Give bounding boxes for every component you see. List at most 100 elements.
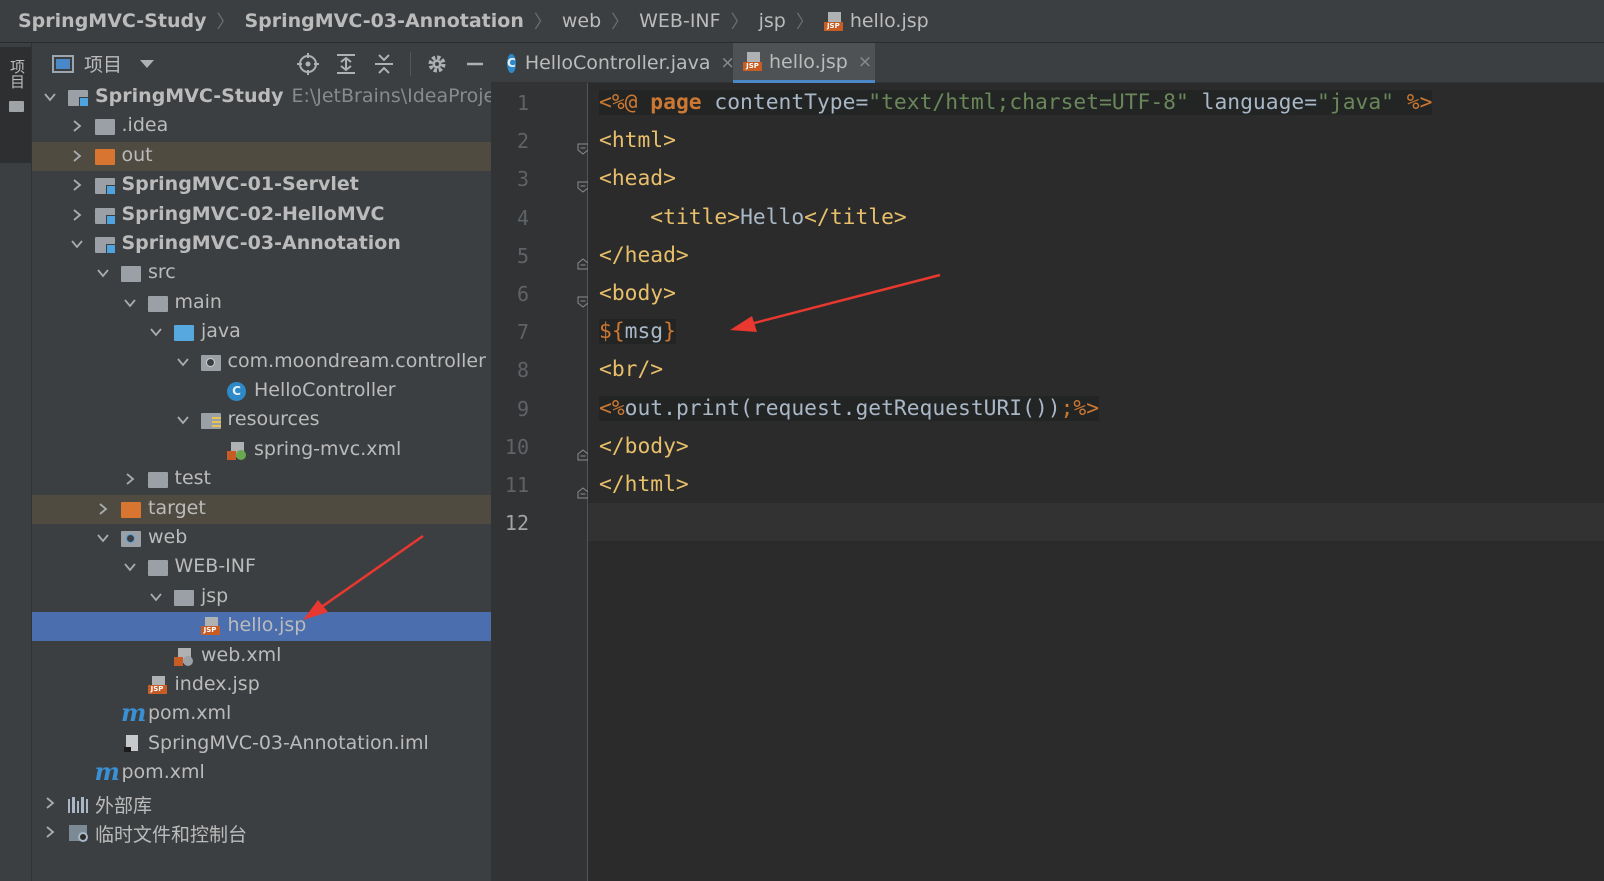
code-line[interactable]: <head> xyxy=(599,162,676,196)
tree-row[interactable]: SpringMVC-02-HelloMVC xyxy=(32,201,501,230)
chevron-down-icon[interactable] xyxy=(176,414,189,426)
tree-row[interactable]: out xyxy=(32,141,501,171)
chevron-right-icon[interactable] xyxy=(71,120,83,133)
tree-row[interactable]: .idea xyxy=(32,112,501,141)
tree-item-label: SpringMVC-02-HelloMVC xyxy=(122,203,385,225)
chevron-down-icon[interactable] xyxy=(176,356,189,368)
tree-row[interactable]: resources xyxy=(32,406,501,435)
tree-item-label: SpringMVC-01-Servlet xyxy=(122,173,359,195)
code-line[interactable]: ${msg} xyxy=(599,315,676,349)
line-number: 9 xyxy=(516,396,529,421)
tree-item-label: resources xyxy=(228,408,320,430)
chevron-right-icon[interactable] xyxy=(44,826,56,838)
chevron-down-icon[interactable] xyxy=(44,91,56,103)
chevron-right-icon[interactable] xyxy=(97,502,109,515)
breadcrumb-item-project[interactable]: SpringMVC-Study xyxy=(18,10,206,32)
chevron-down-icon[interactable] xyxy=(97,267,109,279)
code-line[interactable]: <body> xyxy=(599,277,676,311)
code-line[interactable]: <html> xyxy=(599,124,676,158)
tree-item-label: jsp xyxy=(201,585,228,607)
tree-item-label: 外部库 xyxy=(95,791,152,818)
tree-row[interactable]: JSP hello.jsp xyxy=(32,612,501,642)
breadcrumb-item-module[interactable]: SpringMVC-03-Annotation xyxy=(244,10,523,32)
project-view-label[interactable]: 项目 xyxy=(84,50,122,77)
code-line[interactable]: <title>Hello</title> xyxy=(599,201,907,235)
tree-row[interactable]: SpringMVC-Study E:\JetBrains\IdeaProjects… xyxy=(32,84,501,112)
maven-icon: m xyxy=(94,757,120,787)
line-number: 7 xyxy=(516,320,529,345)
chevron-down-icon[interactable] xyxy=(150,591,162,603)
tab-hello-controller[interactable]: C HelloController.java × xyxy=(501,43,735,83)
tree-row[interactable]: com.moondream.controller xyxy=(32,348,501,377)
module-folder-icon xyxy=(94,237,116,254)
tree-row[interactable]: web.xml xyxy=(32,642,501,671)
tree-item-label: SpringMVC-Study E:\JetBrains\IdeaProjects… xyxy=(95,85,501,107)
gear-icon[interactable] xyxy=(425,52,449,76)
tab-label: HelloController.java xyxy=(524,52,711,74)
code-line[interactable]: <%out.print(request.getRequestURI());%> xyxy=(599,392,1100,426)
breadcrumb-item-web[interactable]: web xyxy=(562,10,601,32)
tree-item-label: spring-mvc.xml xyxy=(254,438,401,460)
tree-row[interactable]: C HelloController xyxy=(32,377,501,406)
chevron-down-icon[interactable] xyxy=(123,561,136,573)
minimize-icon[interactable] xyxy=(463,52,487,76)
code-line[interactable]: </body> xyxy=(599,430,689,464)
tree-item-text: hello.jsp xyxy=(227,614,307,637)
chevron-right-icon[interactable] xyxy=(71,150,83,162)
chevron-right-icon[interactable] xyxy=(71,208,83,221)
breadcrumb-item-webinf[interactable]: WEB-INF xyxy=(639,10,720,32)
code-token: msg xyxy=(624,319,664,345)
jsp-file-icon: JSP xyxy=(823,11,843,31)
folder-icon xyxy=(147,560,168,577)
tree-row[interactable]: SpringMVC-03-Annotation xyxy=(32,230,501,259)
package-icon xyxy=(200,354,221,371)
code-token: <head> xyxy=(599,166,676,192)
chevron-right-icon[interactable] xyxy=(124,473,136,485)
expand-all-icon[interactable] xyxy=(334,52,358,76)
maven-icon: m xyxy=(121,698,147,728)
project-panel-toolbar xyxy=(296,43,487,84)
tree-row[interactable]: src xyxy=(32,259,501,288)
collapse-all-icon[interactable] xyxy=(372,52,396,76)
chevron-down-icon[interactable] xyxy=(150,326,162,338)
tree-row[interactable]: main xyxy=(32,289,501,318)
close-icon[interactable]: × xyxy=(858,52,872,72)
locate-icon[interactable] xyxy=(296,52,320,76)
tree-row[interactable]: test xyxy=(32,465,501,494)
chevron-down-icon[interactable] xyxy=(140,59,155,68)
tree-row[interactable]: WEB-INF xyxy=(32,553,501,582)
breadcrumb-item-file[interactable]: hello.jsp xyxy=(850,10,929,32)
tree-row[interactable]: m pom.xml xyxy=(32,700,501,729)
chevron-down-icon[interactable] xyxy=(123,297,136,309)
code-line[interactable]: </html> xyxy=(599,468,689,502)
code-token: language= xyxy=(1188,90,1318,115)
code-line[interactable]: </head> xyxy=(599,239,689,273)
breadcrumb-item-jsp[interactable]: jsp xyxy=(759,10,786,32)
tree-item-label: test xyxy=(175,467,212,489)
tree-row[interactable]: 外部库 xyxy=(32,789,501,818)
tree-row[interactable]: 临时文件和控制台 xyxy=(32,818,501,847)
code-editor[interactable]: <%@ page contentType="text/html;charset=… xyxy=(588,83,1604,881)
tree-row[interactable]: target xyxy=(32,494,501,524)
tree-item-label: .idea xyxy=(122,114,169,136)
chevron-right-icon[interactable] xyxy=(44,796,56,809)
tree-row[interactable]: web xyxy=(32,524,501,553)
project-view-icon xyxy=(52,54,74,73)
tree-row[interactable]: java xyxy=(32,318,501,347)
chevron-down-icon[interactable] xyxy=(70,238,83,250)
tree-row[interactable]: JSP index.jsp xyxy=(32,671,501,700)
tree-row[interactable]: SpringMVC-01-Servlet xyxy=(32,171,501,200)
tree-item-text: jsp xyxy=(201,584,229,607)
chevron-right-icon[interactable] xyxy=(71,179,83,191)
tree-row[interactable]: SpringMVC-03-Annotation.iml xyxy=(32,730,501,759)
code-line[interactable]: <%@ page contentType="text/html;charset=… xyxy=(599,86,1433,120)
tree-row[interactable]: jsp xyxy=(32,583,501,612)
code-token: </title> xyxy=(804,204,907,230)
project-tool-window-button[interactable]: 项目 xyxy=(0,47,31,163)
chevron-down-icon[interactable] xyxy=(97,532,109,544)
tab-hello-jsp[interactable]: JSP hello.jsp × xyxy=(733,43,875,83)
tree-row[interactable]: m pom.xml xyxy=(32,759,501,788)
tree-row[interactable]: spring-mvc.xml xyxy=(32,436,501,465)
code-token: <%@ xyxy=(599,90,651,115)
code-line[interactable]: <br/> xyxy=(599,353,663,387)
